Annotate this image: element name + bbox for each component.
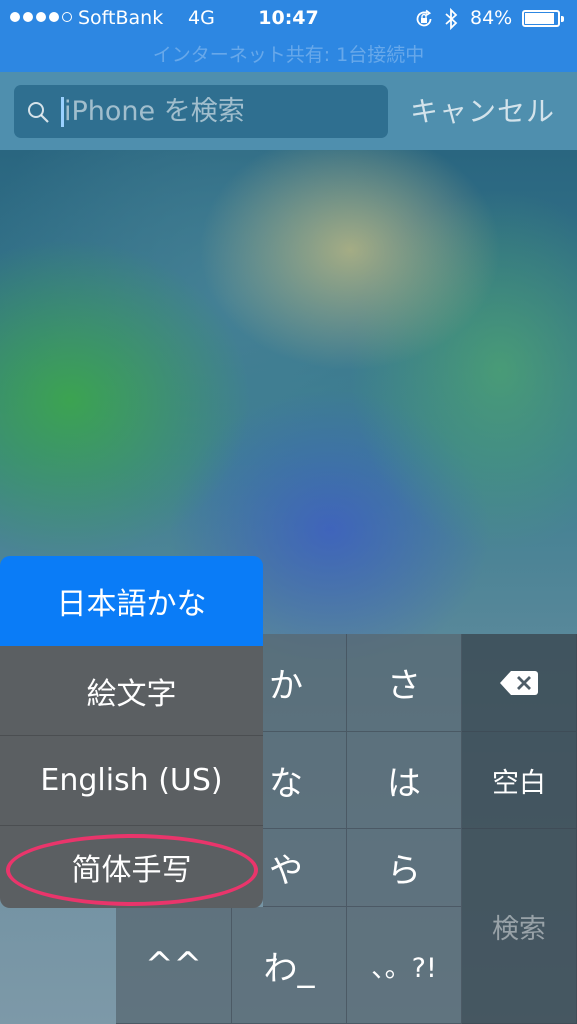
delete-button[interactable] bbox=[462, 634, 577, 732]
cancel-button[interactable]: キャンセル bbox=[410, 90, 555, 130]
key-ra[interactable]: ら bbox=[347, 829, 462, 907]
hotspot-banner[interactable]: インターネット共有: 1台接続中 bbox=[0, 40, 577, 67]
key-punctuation[interactable]: 、。?! bbox=[347, 907, 462, 1024]
rotation-lock-icon bbox=[416, 9, 432, 27]
battery-percent: 84% bbox=[470, 7, 513, 29]
status-bar: SoftBank 4G 10:47 84% インターネット共有: 1台接続中 bbox=[0, 0, 577, 72]
menu-item-english-us[interactable]: English (US) bbox=[0, 736, 263, 826]
space-button[interactable]: 空白 bbox=[462, 732, 577, 829]
menu-item-emoji[interactable]: 絵文字 bbox=[0, 646, 263, 736]
menu-item-chinese-handwriting[interactable]: 简体手写 bbox=[0, 826, 263, 908]
key-sa[interactable]: さ bbox=[347, 634, 462, 732]
key-wa[interactable]: わ_ bbox=[232, 907, 347, 1024]
search-icon bbox=[28, 102, 49, 123]
key-na[interactable]: な bbox=[263, 732, 347, 829]
key-ha[interactable]: は bbox=[347, 732, 462, 829]
key-emoticon[interactable]: ^^ bbox=[116, 907, 232, 1024]
bluetooth-icon bbox=[445, 7, 458, 31]
key-ya[interactable]: や bbox=[263, 829, 347, 907]
backspace-icon bbox=[500, 670, 538, 695]
battery-icon bbox=[522, 10, 564, 27]
search-input[interactable] bbox=[60, 89, 374, 133]
key-ka[interactable]: か bbox=[263, 634, 347, 732]
text-cursor bbox=[61, 97, 64, 127]
menu-item-japanese-kana[interactable]: 日本語かな bbox=[0, 556, 263, 646]
search-field[interactable] bbox=[14, 85, 388, 138]
search-button[interactable]: 検索 bbox=[462, 829, 577, 1024]
